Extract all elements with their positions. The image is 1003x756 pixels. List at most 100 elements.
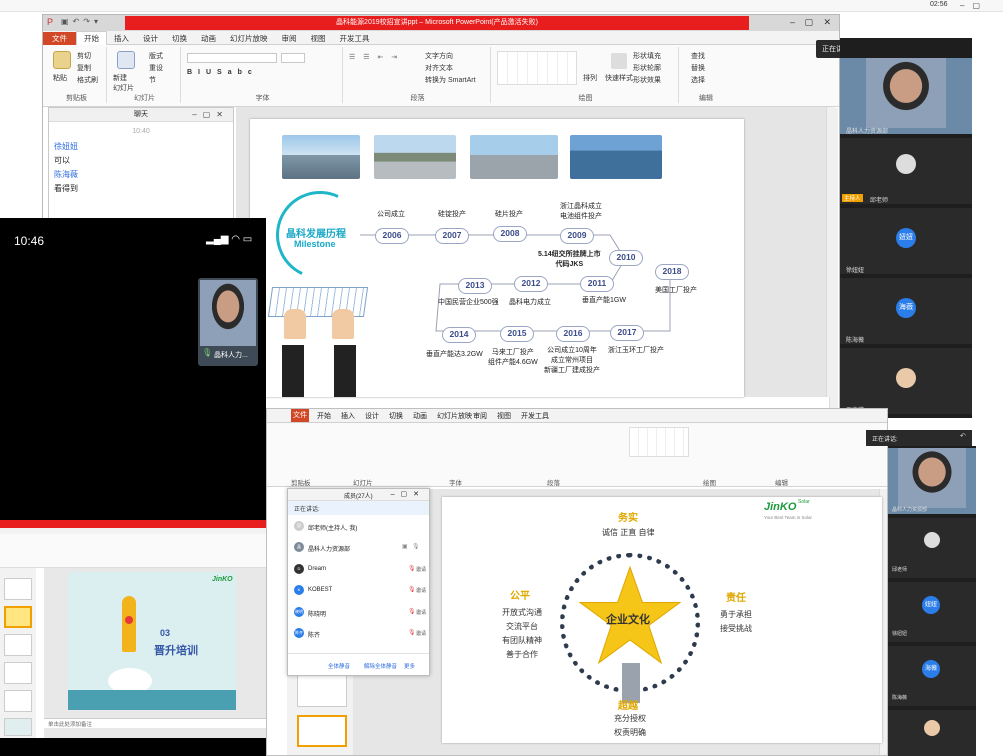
more-button[interactable]: 更多 [404,662,415,670]
font-style-buttons[interactable]: BIUSabc [187,69,258,76]
copy-button[interactable]: 复制 [77,63,91,73]
tab-view[interactable]: 视图 [304,32,333,46]
tab-file[interactable]: 文件 [43,32,76,46]
video-tile[interactable]: 主持人 邱老师 [840,138,972,204]
shape-effect-button[interactable]: 形状效果 [633,75,661,85]
font-name-select[interactable] [187,53,277,63]
list-buttons[interactable]: ☰ ☰ ⇤ ⇥ [349,53,400,61]
tab-slideshow[interactable]: 幻灯片放映 [223,32,275,46]
tab-review[interactable]: 审阅 [275,32,304,46]
tab-file[interactable]: 文件 [291,409,309,422]
slide-thumbnail[interactable] [297,675,347,707]
culture-left-title: 公平 [510,591,530,602]
video-tile[interactable]: 晶科人力资源部 [840,58,972,135]
tab-view[interactable]: 视图 [497,411,511,421]
shapes-gallery[interactable] [629,427,689,457]
select-button[interactable]: 选择 [691,75,705,85]
align-text-button[interactable]: 对齐文本 [425,63,453,73]
slide-culture[interactable]: JinKO Solar Your Best Team in Solar 企业文化… [442,497,882,743]
member-avatar: 晓明 [294,607,304,617]
slide-thumbnail[interactable] [297,715,347,747]
slide-thumbnail[interactable] [4,690,32,712]
unmute-all-button[interactable]: 解除全体静音 [364,662,397,670]
participant-name: 徐妞妞 [892,631,908,637]
video-tile[interactable] [888,710,976,756]
tab-insert[interactable]: 插入 [341,411,355,421]
text-direction-button[interactable]: 文字方向 [425,51,453,61]
slide-thumbnail[interactable] [4,718,32,736]
slide-thumbnail[interactable] [4,662,32,684]
tab-transitions[interactable]: 切换 [389,411,403,421]
meeting-video-column-2: 晶科人力资源部 邱老师 妞妞 徐妞妞 海薇 陈海薇 [888,446,976,756]
mini-slide[interactable]: JinKO 03 晋升培训 [68,572,236,710]
tab-animations[interactable]: 动画 [194,32,223,46]
tab-transitions[interactable]: 切换 [165,32,194,46]
tab-home[interactable]: 开始 [76,31,107,46]
video-tile[interactable]: 妞妞 徐妞妞 [888,582,976,642]
camera-icon[interactable]: ▣ [402,543,408,550]
smartart-button[interactable]: 转换为 SmartArt [425,75,476,85]
paragraph-label: 段落 [410,95,425,102]
cut-button[interactable]: 剪切 [77,51,91,61]
tab-design[interactable]: 设计 [365,411,379,421]
video-tile[interactable]: 海薇 陈海薇 [888,646,976,706]
tab-developer[interactable]: 开发工具 [521,411,549,421]
video-tile[interactable]: 海薇 陈海薇 [840,278,972,344]
video-tile[interactable]: 至宝藏 [840,348,972,414]
quick-access-toolbar[interactable]: ▣↶↷▾ [61,17,102,26]
tab-insert[interactable]: 插入 [107,32,136,46]
slide-thumbnail[interactable] [4,578,32,600]
thumbnail-pane[interactable] [287,671,353,755]
close-button[interactable]: ✕ [823,17,831,28]
new-slide-icon[interactable] [117,51,135,69]
font-size-select[interactable] [281,53,305,63]
tab-animations[interactable]: 动画 [413,411,427,421]
paste-icon[interactable] [53,51,71,69]
year-2010: 2010 [609,250,643,266]
members-window-controls[interactable]: –▢✕ [391,490,425,498]
chat-window-controls[interactable]: –▢✕ [192,108,229,122]
slide-scrollbar[interactable] [826,107,835,397]
year-2007: 2007 [435,228,469,244]
shape-fill-button[interactable]: 形状填充 [633,51,661,61]
tab-design[interactable]: 设计 [136,32,165,46]
shapes-gallery[interactable] [497,51,577,85]
format-painter-button[interactable]: 格式刷 [77,75,98,85]
mini-thumbnails[interactable] [0,568,36,738]
shape-outline-button[interactable]: 形状轮廓 [633,63,661,73]
undo-arrow-icon[interactable]: ↶ [960,432,966,440]
notes-pane[interactable]: 单击此处添加备注 [44,718,266,728]
muted-mic-icon[interactable]: 🎙 [408,586,416,593]
tab-slideshow[interactable]: 幻灯片放映 [437,411,472,421]
muted-mic-icon[interactable]: 🎙 [408,608,416,615]
video-tile[interactable]: 妞妞 徐妞妞 [840,208,972,274]
slide-thumbnail[interactable] [4,606,32,628]
tab-home[interactable]: 开始 [317,411,331,421]
muted-mic-icon[interactable]: 🎙 [408,565,416,572]
layout-button[interactable]: 版式 [149,51,163,61]
replace-button[interactable]: 替换 [691,63,705,73]
find-button[interactable]: 查找 [691,51,705,61]
quick-styles-icon[interactable] [611,53,627,69]
chat-title: 聊天 [134,111,148,118]
slide-milestone[interactable]: 晶科发展历程 Milestone 2006 2007 2008 2009 201… [250,119,744,397]
tab-developer[interactable]: 开发工具 [333,32,377,46]
section-button[interactable]: 节 [149,75,156,85]
tab-review[interactable]: 审阅 [473,411,487,421]
mute-all-button[interactable]: 全体静音 [328,662,350,670]
reset-button[interactable]: 重设 [149,63,163,73]
quick-styles-button[interactable]: 快速样式 [605,73,633,83]
system-window-controls[interactable]: –▢ [960,1,988,10]
video-tile[interactable]: 晶科人力资源部 [888,448,976,514]
slide-thumbnail[interactable] [4,634,32,656]
phone-video-tile[interactable]: 🎙 晶科人力... [198,278,258,366]
new-slide-button[interactable]: 新建 幻灯片 [113,73,134,93]
paste-button[interactable]: 粘贴 [53,73,67,83]
video-tile[interactable]: 邱老师 [888,518,976,578]
clipboard-group: 粘贴 剪切 复制 格式刷 剪贴板 [47,47,107,103]
minimize-button[interactable]: – [790,17,795,27]
mic-icon[interactable]: 🎙 [412,543,420,550]
maximize-button[interactable]: ▢ [804,17,813,28]
muted-mic-icon[interactable]: 🎙 [408,629,416,636]
arrange-button[interactable]: 排列 [583,73,597,83]
